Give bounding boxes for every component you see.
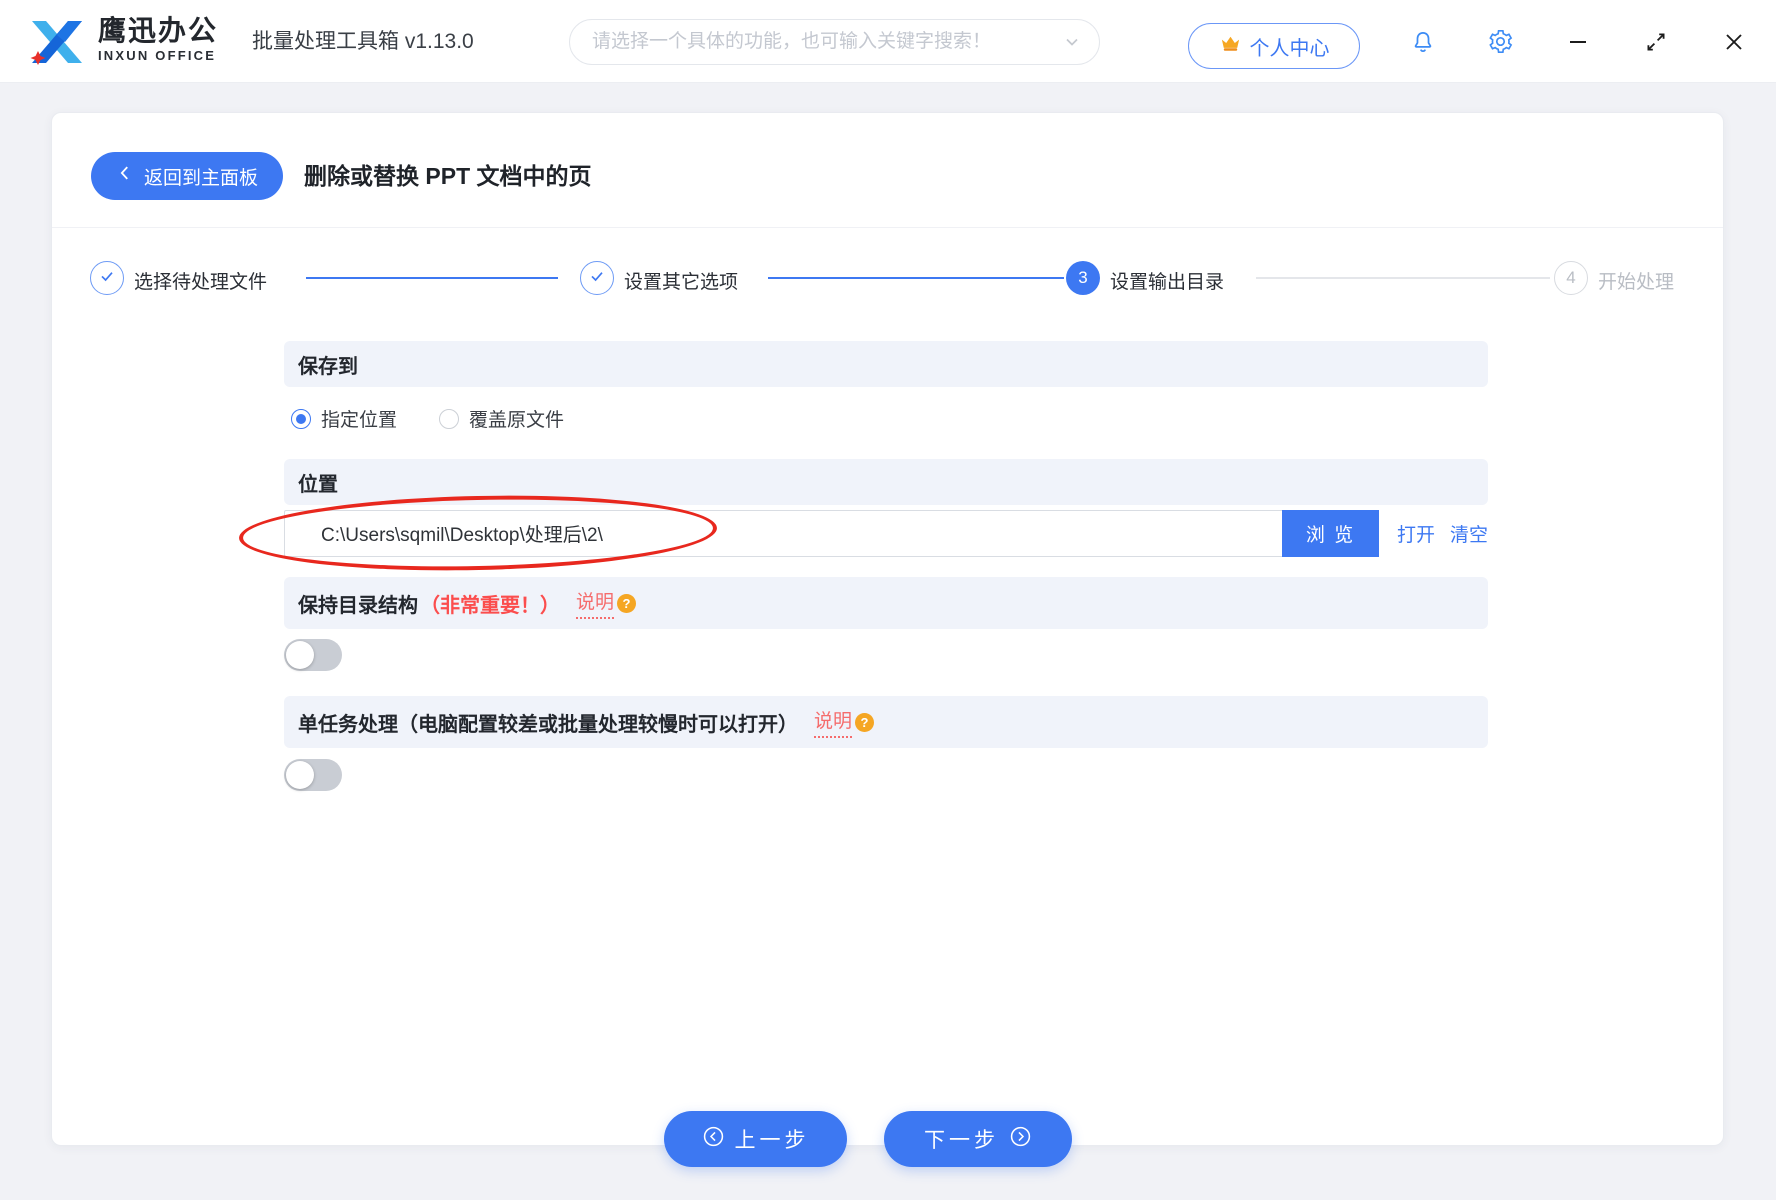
bell-icon xyxy=(1410,29,1436,60)
main-card: 返回到主面板 删除或替换 PPT 文档中的页 选择待处理文件 设置其它选项 3 … xyxy=(51,112,1724,1167)
step-4-number: 4 xyxy=(1566,268,1576,287)
back-button-label: 返回到主面板 xyxy=(143,167,258,189)
crown-icon xyxy=(1219,32,1242,61)
next-button-label: 下一步 xyxy=(924,1129,999,1152)
keep-structure-toggle[interactable] xyxy=(284,639,342,671)
radio-specified-location[interactable] xyxy=(291,408,311,429)
app-title: 批量处理工具箱 v1.13.0 xyxy=(252,30,474,53)
question-mark-icon[interactable]: ? xyxy=(617,593,637,613)
single-task-toggle[interactable] xyxy=(284,759,342,791)
radio-overwrite-original[interactable] xyxy=(439,408,460,429)
single-task-header: 单任务处理（电脑配置较差或批量处理较慢时可以打开） 说明 ? xyxy=(284,696,1488,748)
step-4-circle: 4 xyxy=(1554,261,1588,295)
brand-block: 鹰迅办公 INXUN OFFICE xyxy=(98,15,219,64)
notifications-button[interactable] xyxy=(1403,24,1443,64)
check-icon xyxy=(587,266,607,291)
toggle-knob xyxy=(286,761,314,789)
radio-specified-label[interactable]: 指定位置 xyxy=(321,405,397,432)
step-1-label: 选择待处理文件 xyxy=(134,272,268,293)
step-2-circle[interactable] xyxy=(580,261,614,295)
step-connector xyxy=(306,277,558,279)
step-connector xyxy=(768,277,1064,279)
clear-path-link[interactable]: 清空 xyxy=(1450,520,1488,547)
check-icon xyxy=(97,266,117,291)
step-3-number: 3 xyxy=(1078,268,1088,287)
single-task-help-link[interactable]: 说明 xyxy=(814,706,853,738)
topbar: 鹰迅办公 INXUN OFFICE 批量处理工具箱 v1.13.0 个人中心 xyxy=(0,0,1776,83)
close-button[interactable] xyxy=(1714,24,1754,64)
toggle-knob xyxy=(286,641,314,669)
function-search xyxy=(569,19,1100,65)
back-to-dashboard-button[interactable]: 返回到主面板 xyxy=(91,152,283,200)
header-divider xyxy=(52,227,1723,228)
step-1-circle[interactable] xyxy=(90,261,124,295)
output-path-input[interactable] xyxy=(284,510,1282,557)
prev-button-label: 上一步 xyxy=(734,1129,810,1152)
circle-chevron-right-icon xyxy=(1009,1125,1032,1154)
open-folder-link[interactable]: 打开 xyxy=(1397,520,1435,547)
radio-dot xyxy=(296,413,306,424)
next-step-button[interactable]: 下一步 xyxy=(884,1111,1072,1167)
circle-chevron-left-icon xyxy=(702,1125,725,1154)
brand-name-cn: 鹰迅办公 xyxy=(98,15,219,46)
radio-overwrite-label[interactable]: 覆盖原文件 xyxy=(469,405,564,432)
page-title: 删除或替换 PPT 文档中的页 xyxy=(304,163,592,189)
keep-structure-header: 保持目录结构 （非常重要！） 说明 ? xyxy=(284,577,1488,629)
browse-button[interactable]: 浏 览 xyxy=(1282,510,1379,557)
step-4-label: 开始处理 xyxy=(1598,272,1675,293)
prev-step-button[interactable]: 上一步 xyxy=(664,1111,847,1167)
gear-icon xyxy=(1487,28,1514,60)
settings-button[interactable] xyxy=(1480,24,1520,64)
resize-icon xyxy=(1644,30,1668,59)
question-mark-icon[interactable]: ? xyxy=(855,712,875,732)
user-center-button[interactable]: 个人中心 xyxy=(1188,23,1360,69)
chevron-left-icon xyxy=(116,164,134,188)
output-path-row: 浏 览 打开 清空 xyxy=(284,510,1488,557)
location-header: 位置 xyxy=(284,459,1488,505)
user-center-label: 个人中心 xyxy=(1249,37,1330,60)
step-3-label: 设置输出目录 xyxy=(1110,272,1225,293)
inxun-logo-icon xyxy=(24,13,90,76)
step-3-circle: 3 xyxy=(1066,261,1100,295)
minimize-button[interactable] xyxy=(1558,24,1598,64)
save-to-options: 指定位置 覆盖原文件 xyxy=(291,405,564,432)
minimize-icon xyxy=(1566,30,1590,59)
step-2-label: 设置其它选项 xyxy=(624,272,739,293)
important-warning-text: （非常重要！） xyxy=(420,594,560,617)
location-title: 位置 xyxy=(298,473,338,496)
brand-name-en: INXUN OFFICE xyxy=(98,48,217,63)
step-connector xyxy=(1256,277,1550,279)
resize-button[interactable] xyxy=(1636,24,1676,64)
save-to-title: 保存到 xyxy=(298,355,358,378)
close-icon xyxy=(1722,30,1746,59)
browse-button-label: 浏 览 xyxy=(1305,525,1356,546)
save-to-header: 保存到 xyxy=(284,341,1488,387)
chevron-down-icon[interactable] xyxy=(1062,32,1082,57)
search-input[interactable] xyxy=(569,19,1100,65)
keep-structure-help-link[interactable]: 说明 xyxy=(576,587,615,619)
single-task-title: 单任务处理（电脑配置较差或批量处理较慢时可以打开） xyxy=(298,713,798,736)
keep-structure-title: 保持目录结构 xyxy=(298,594,418,617)
